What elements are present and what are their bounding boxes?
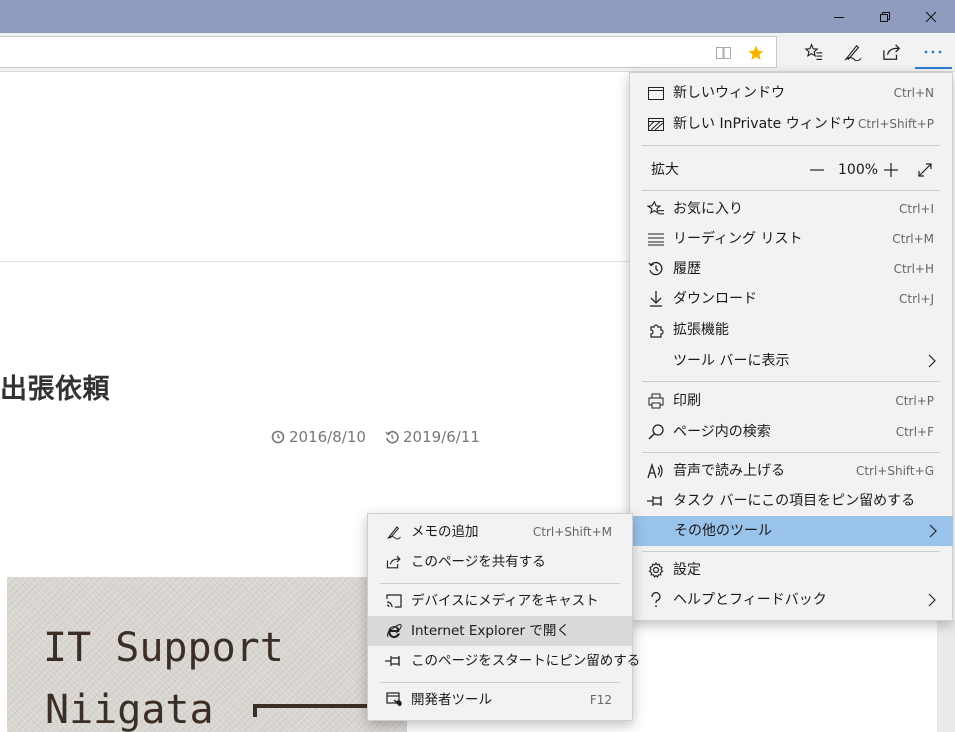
reading-view-icon[interactable] [708,37,740,69]
favorites-icon [647,201,665,217]
devtools-icon [385,692,403,708]
menu-settings[interactable]: 設定 [630,555,952,585]
restore-icon[interactable] [862,0,908,33]
reading-list-icon [647,231,665,247]
menu-divider [642,551,940,552]
menu-divider [642,381,940,382]
fullscreen-icon[interactable] [914,159,936,181]
zoom-value: 100% [838,162,879,178]
web-note-icon[interactable] [837,36,869,68]
content-panel [631,620,938,732]
updated-date: 2019/6/11 [385,428,480,446]
chevron-right-icon [928,593,936,611]
menu-reading-list[interactable]: リーディング リスト Ctrl+M [630,224,952,254]
published-date-text: 2016/8/10 [289,428,366,446]
header-divider [0,261,630,262]
pen-icon [385,524,403,540]
settings-icon [647,562,665,578]
share-icon [385,554,403,570]
zoom-row: 拡大 100% [630,155,952,185]
submenu-developer-tools[interactable]: 開発者ツール F12 [368,685,632,715]
menu-find-on-page[interactable]: ページ内の検索 Ctrl+F [630,417,952,447]
more-button-active-indicator [915,67,952,69]
menu-favorites[interactable]: お気に入り Ctrl+I [630,194,952,224]
title-bar [0,0,955,33]
submenu-add-notes[interactable]: メモの追加 Ctrl+Shift+M [368,517,632,547]
ie-icon [385,623,403,639]
submenu-open-internet-explorer[interactable]: Internet Explorer で開く [368,616,632,646]
settings-and-more-menu: 新しいウィンドウ Ctrl+N 新しい InPrivate ウィンドウ Ctrl… [629,72,953,621]
share-icon[interactable] [876,36,908,68]
article-title: 出張依頼 [0,374,110,405]
submenu-divider [380,682,620,683]
more-tools-submenu: メモの追加 Ctrl+Shift+M このページを共有する デバイスにメディアを… [367,513,640,721]
scrollbar[interactable] [938,620,955,732]
menu-pin-to-taskbar[interactable]: タスク バーにこの項目をピン留めする [630,486,952,516]
cast-icon [385,593,403,609]
menu-divider [642,452,940,453]
clock-icon [271,430,285,444]
extensions-icon [647,322,665,338]
updated-date-text: 2019/6/11 [403,428,480,446]
update-icon [385,430,399,444]
minimize-icon[interactable] [816,0,862,33]
window-icon [647,85,665,101]
download-icon [647,291,665,307]
print-icon [647,393,665,409]
address-bar[interactable] [0,36,777,68]
submenu-pin-to-start[interactable]: このページをスタートにピン留めする [368,646,640,676]
zoom-label: 拡大 [651,162,679,178]
submenu-cast-media[interactable]: デバイスにメディアをキャスト [368,586,632,616]
menu-print[interactable]: 印刷 Ctrl+P [630,386,952,416]
favorites-hub-icon[interactable] [798,36,830,68]
submenu-share-page[interactable]: このページを共有する [368,547,632,577]
pin-icon [647,493,665,509]
menu-extensions[interactable]: 拡張機能 [630,315,952,345]
hero-text-line1: IT Support [43,625,284,671]
inprivate-icon [647,116,665,132]
favorite-star-icon[interactable] [740,37,772,69]
chevron-right-icon [929,524,937,542]
menu-show-in-toolbar[interactable]: ツール バーに表示 [630,346,952,376]
search-icon [647,424,665,440]
hero-image: IT Support Niigata [7,577,407,732]
menu-new-window[interactable]: 新しいウィンドウ Ctrl+N [630,78,952,108]
browser-toolbar [0,33,955,72]
submenu-divider [380,583,620,584]
menu-more-tools[interactable]: その他のツール [631,516,953,546]
menu-divider [642,190,940,191]
more-icon[interactable] [917,36,949,68]
menu-new-inprivate-window[interactable]: 新しい InPrivate ウィンドウ Ctrl+Shift+P [630,109,952,139]
menu-read-aloud[interactable]: 音声で読み上げる Ctrl+Shift+G [630,456,952,486]
hero-text-line2: Niigata [45,687,214,732]
read-aloud-icon [647,463,665,479]
published-date: 2016/8/10 [271,428,366,446]
zoom-in-button[interactable] [880,159,902,181]
menu-divider [642,145,940,146]
menu-history[interactable]: 履歴 Ctrl+H [630,254,952,284]
help-icon [647,592,665,608]
close-icon[interactable] [908,0,954,33]
menu-help-and-feedback[interactable]: ヘルプとフィードバック [630,585,952,615]
chevron-right-icon [928,354,936,372]
menu-downloads[interactable]: ダウンロード Ctrl+J [630,284,952,314]
zoom-out-button[interactable] [806,159,828,181]
pin-icon [385,653,403,669]
history-icon [647,261,665,277]
